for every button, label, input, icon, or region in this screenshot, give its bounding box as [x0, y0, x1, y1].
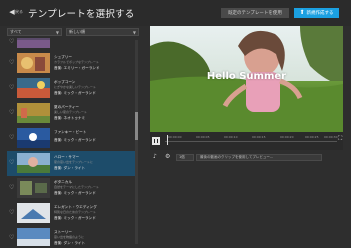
favorite-heart-icon[interactable]: ♡: [9, 185, 14, 191]
template-music-credit: 音楽: ネオトゥナミ: [54, 116, 86, 120]
template-music-credit: 音楽: エミリー・ガーランド: [54, 66, 100, 70]
template-list-item[interactable]: ♡ 夏のパーティー 楽しい夏のテンプレート 音楽: ネオトゥナミ: [7, 101, 135, 126]
favorite-heart-icon[interactable]: ♡: [9, 39, 14, 45]
favorite-heart-icon[interactable]: ♡: [9, 85, 14, 91]
pause-button[interactable]: [152, 137, 160, 145]
template-list-item[interactable]: ♡ ボタニカル 自然をテーマにしたテンプレート 音楽: ミック・ガーランド: [7, 176, 135, 201]
template-music-credit: 音楽: ミック・ガーランド: [54, 216, 96, 220]
timeline-tick: 00:00:20: [280, 135, 294, 139]
template-list-item-selected[interactable]: ♡ ハロー・サマー 夏の思い出をテンプレートに 音楽: ダン・ライト: [7, 151, 135, 176]
favorite-heart-icon[interactable]: ♡: [9, 60, 14, 66]
template-description: にぎやかな楽しいテンプレート: [54, 85, 96, 89]
timeline-tick: 00:00:15: [252, 135, 266, 139]
use-default-template-button[interactable]: 既定のテンプレートを使用: [221, 8, 289, 18]
template-selection-window: ◀ 戻る テンプレートを選択する 既定のテンプレートを使用 ⬆ 新規作成する す…: [0, 0, 351, 248]
template-thumbnail: [17, 53, 50, 73]
template-thumbnail: [17, 203, 50, 223]
volume-icon[interactable]: ♪: [153, 154, 157, 160]
preview-text-placeholder: 最後の動画のクリップを使用してプレビュー...: [200, 155, 274, 159]
timeline-track[interactable]: [165, 141, 337, 142]
upload-icon: ⬆: [299, 9, 305, 16]
template-list-item[interactable]: ♡ シュプリー カラフルでポップなテンプレート 音楽: エミリー・ガーランド: [7, 51, 135, 76]
favorite-heart-icon[interactable]: ♡: [9, 135, 14, 141]
template-description: カラフルでポップなテンプレート: [54, 60, 99, 64]
template-thumbnail: [17, 78, 50, 98]
timeline-playhead[interactable]: [167, 135, 168, 145]
template-thumbnail: [17, 178, 50, 198]
template-list-item[interactable]: ♡ ファンキー・ビート 音楽: ミック・ガーランド: [7, 126, 135, 151]
template-list-item[interactable]: ♡ ポップコーン にぎやかな楽しいテンプレート 音楽: ミック・ガーランド: [7, 76, 135, 101]
create-new-label: 新規作成する: [306, 11, 334, 16]
speed-select[interactable]: 1倍: [176, 154, 194, 161]
template-name: ファンキー・ビート: [54, 130, 87, 134]
timeline-tick: 00:00:10: [224, 135, 238, 139]
favorite-heart-icon[interactable]: ♡: [9, 210, 14, 216]
template-music-credit: 音楽: ダン・ライト: [54, 166, 86, 170]
template-music-credit: 音楽: ミック・ガーランド: [54, 191, 96, 195]
template-thumbnail: [17, 153, 50, 173]
create-new-button[interactable]: ⬆ 新規作成する: [294, 8, 339, 18]
template-list-item[interactable]: ♡ エレガント・ウエディング 特別な日のためのテンプレート 音楽: ミック・ガー…: [7, 201, 135, 226]
preview-text-input[interactable]: 最後の動画のクリップを使用してプレビュー...: [196, 154, 322, 161]
settings-icon[interactable]: ⚙: [165, 154, 170, 160]
template-description: 思い出を物語のように: [54, 235, 85, 239]
category-filter-value: すべて: [10, 29, 22, 34]
template-list-item[interactable]: ♡ ストーリー 思い出を物語のように 音楽: ダン・ライト: [7, 226, 135, 246]
template-music-credit: 音楽: ダン・ライト: [54, 241, 86, 245]
fullscreen-icon[interactable]: ⛶: [338, 136, 345, 143]
template-list-item[interactable]: ♡: [7, 38, 135, 51]
template-thumbnail: [17, 103, 50, 123]
template-music-credit: 音楽: ミック・ガーランド: [54, 138, 96, 142]
sort-order-value: 新しい順: [69, 29, 85, 34]
back-label[interactable]: 戻る: [15, 9, 23, 15]
favorite-heart-icon[interactable]: ♡: [9, 235, 14, 241]
favorite-heart-icon[interactable]: ♡: [9, 110, 14, 116]
timeline-tick: 00:00:05: [196, 135, 210, 139]
template-description: 楽しい夏のテンプレート: [54, 110, 87, 114]
favorite-heart-icon[interactable]: ♡: [9, 160, 14, 166]
video-caption-text: Hello Summer: [206, 71, 287, 82]
template-list-scrollbar[interactable]: [135, 40, 138, 244]
timeline-tick: 00:00:30: [324, 135, 338, 139]
sort-order-select[interactable]: 新しい順 ▼: [66, 28, 139, 36]
timeline-tick: 00:00:00: [168, 135, 182, 139]
chevron-down-icon: ▼: [55, 30, 59, 35]
template-thumbnail: [17, 38, 50, 48]
template-thumbnail: [17, 228, 50, 246]
pause-icon: [154, 139, 158, 143]
timeline-tick: 00:00:25: [305, 135, 319, 139]
template-music-credit: 音楽: ミック・ガーランド: [54, 91, 96, 95]
template-description: 自然をテーマにしたテンプレート: [54, 185, 99, 189]
chevron-down-icon: ▼: [132, 30, 136, 35]
template-description: 夏の思い出をテンプレートに: [54, 160, 93, 164]
template-list-scroll-thumb[interactable]: [135, 112, 138, 140]
template-thumbnail: [17, 128, 50, 148]
category-filter-select[interactable]: すべて ▼: [7, 28, 62, 36]
template-description: 特別な日のためのテンプレート: [54, 210, 96, 214]
speed-value: 1倍: [179, 155, 185, 159]
page-title: テンプレートを選択する: [28, 9, 135, 20]
header-bar: ◀ 戻る テンプレートを選択する 既定のテンプレートを使用 ⬆ 新規作成する: [0, 0, 351, 26]
template-list[interactable]: ♡ ♡ シュプリー カラフルでポップなテンプレート 音楽: エミリー・ガーランド…: [7, 38, 140, 246]
